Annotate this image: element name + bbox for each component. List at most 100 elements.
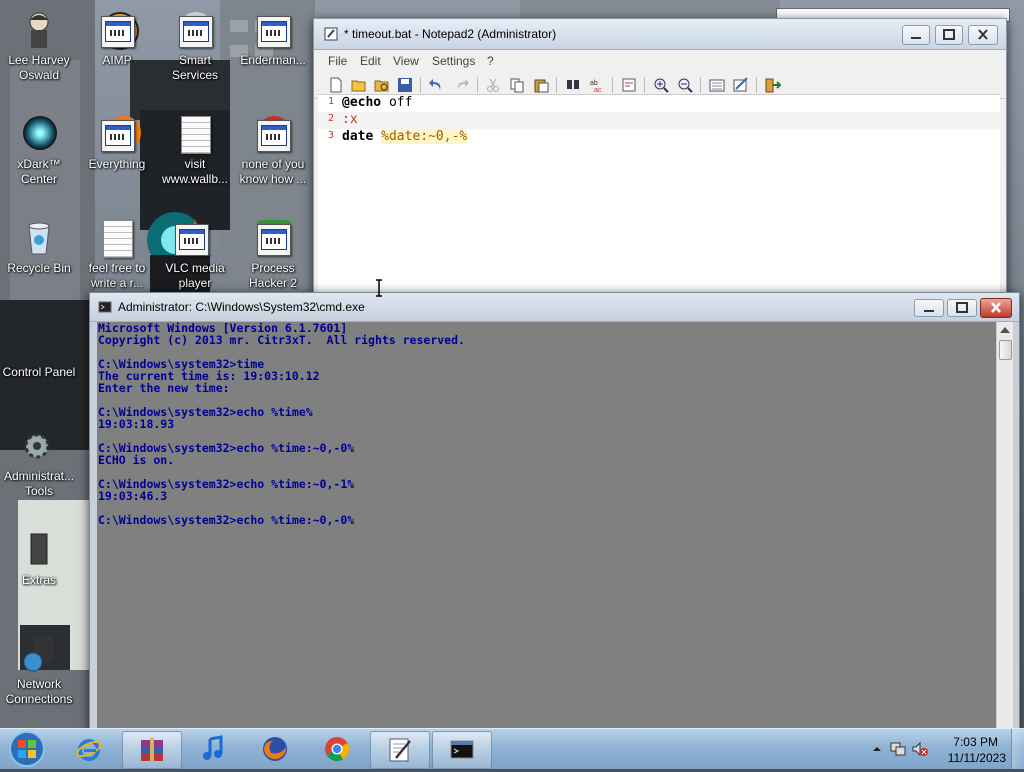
- notepad2-editor[interactable]: 1 @echo off 2 :x 3 date %date:~0,-%: [318, 94, 1000, 294]
- desktop-icon-recycle-bin[interactable]: Recycle Bin: [0, 218, 78, 291]
- itunes-icon: [203, 735, 223, 760]
- taskbar-chrome[interactable]: [308, 731, 366, 767]
- editor-line: 1 @echo off: [318, 95, 1000, 112]
- replace-icon[interactable]: abac: [589, 77, 605, 93]
- taskbar-itunes[interactable]: [184, 731, 242, 767]
- desktop-icon-network-connections[interactable]: Network Connections: [0, 634, 78, 707]
- cmd-title: Administrator: C:\Windows\System32\cmd.e…: [118, 300, 365, 314]
- notepad2-window[interactable]: * timeout.bat - Notepad2 (Administrator)…: [313, 18, 1007, 295]
- zoom-out-icon[interactable]: [677, 77, 693, 93]
- clock-date[interactable]: 11/11/2023: [948, 751, 1006, 765]
- volume-muted-icon[interactable]: [912, 741, 928, 757]
- person-avatar-icon: [19, 10, 59, 50]
- cmd-scrollbar[interactable]: [996, 322, 1013, 732]
- start-button[interactable]: [5, 729, 47, 769]
- red-circle-app-icon: [253, 114, 293, 154]
- app-window-icon: [253, 10, 293, 50]
- exit-icon[interactable]: [765, 77, 781, 93]
- control-panel-icon: [19, 322, 59, 362]
- notepad2-titlebar[interactable]: * timeout.bat - Notepad2 (Administrator): [314, 19, 1006, 50]
- word-wrap-icon[interactable]: [621, 77, 637, 93]
- desktop-icon-visit-wallb[interactable]: visit www.wallb...: [156, 114, 234, 187]
- copy-icon[interactable]: [509, 77, 525, 93]
- scroll-thumb[interactable]: [999, 340, 1012, 360]
- show-hidden-icons-icon[interactable]: [872, 744, 882, 754]
- taskbar-winrar[interactable]: [122, 731, 182, 769]
- desktop-icon-extras[interactable]: Extras: [0, 530, 78, 603]
- network-tray-icon[interactable]: [890, 741, 906, 757]
- internet-explorer-icon: [76, 739, 102, 761]
- minimize-icon: [924, 310, 934, 312]
- menu-help[interactable]: ?: [487, 54, 494, 68]
- editor-line-current: 2 :x: [318, 112, 1000, 129]
- xdark-icon: [19, 114, 59, 154]
- process-hacker-icon: [253, 218, 293, 258]
- close-button[interactable]: [980, 298, 1012, 318]
- undo-icon[interactable]: [428, 77, 444, 93]
- gears-icon: [19, 426, 59, 466]
- line-number: 3: [328, 130, 335, 141]
- system-tray: 7:03 PM 11/11/2023: [864, 729, 1024, 769]
- desktop-icon-vlc[interactable]: VLC media player: [156, 218, 234, 291]
- browse-icon[interactable]: [374, 77, 390, 93]
- minimize-button[interactable]: [914, 299, 944, 317]
- toolbar-separator: [700, 77, 701, 93]
- redo-icon[interactable]: [454, 77, 470, 93]
- clock-time[interactable]: 7:03 PM: [953, 735, 998, 749]
- cmd-app-icon: [98, 301, 112, 313]
- taskbar-firefox[interactable]: [246, 731, 304, 767]
- scheme-icon[interactable]: [709, 77, 725, 93]
- desktop-icon-enderman[interactable]: Enderman...: [234, 10, 312, 83]
- maximize-button[interactable]: [947, 299, 977, 317]
- desktop-icon-feel-free[interactable]: feel free to write a r...: [78, 218, 156, 291]
- toolbar-separator: [612, 77, 613, 93]
- menu-file[interactable]: File: [328, 54, 347, 68]
- cmd-icon: [450, 740, 474, 759]
- text-document-icon: [97, 218, 137, 258]
- cut-icon[interactable]: [485, 77, 501, 93]
- taskbar-internet-explorer[interactable]: [60, 731, 118, 767]
- code-keyword: @echo: [342, 95, 382, 110]
- paste-icon[interactable]: [533, 77, 549, 93]
- toolbar-separator: [477, 77, 478, 93]
- desktop-icon-everything[interactable]: Everything: [78, 114, 156, 187]
- new-file-icon[interactable]: [328, 77, 344, 93]
- code-text: off: [381, 95, 413, 110]
- desktop-icon-aimp[interactable]: AIMP: [78, 10, 156, 83]
- code-variable: %date:~0,-%: [381, 129, 468, 144]
- customize-schemes-icon[interactable]: [733, 77, 749, 93]
- code-keyword: date: [342, 129, 374, 144]
- notepad2-app-icon: [324, 27, 338, 41]
- network-globe-icon: [19, 634, 59, 674]
- desktop-icon-smart-services[interactable]: Smart Services: [156, 10, 234, 83]
- line-number: 2: [328, 113, 335, 124]
- scroll-up-icon[interactable]: [1000, 327, 1010, 333]
- desktop-icon-control-panel[interactable]: Control Panel: [0, 322, 78, 395]
- svg-text:ac: ac: [594, 87, 602, 93]
- desktop-icon-process-hacker[interactable]: Process Hacker 2: [234, 218, 312, 291]
- aimp-icon: [97, 10, 139, 50]
- menu-view[interactable]: View: [393, 54, 419, 68]
- open-folder-icon[interactable]: [351, 77, 367, 93]
- desktop-icon-administrative-tools[interactable]: Administrat... Tools: [0, 426, 78, 499]
- desktop-icon-none-of-you[interactable]: none of you know how ...: [234, 114, 312, 187]
- cmd-window[interactable]: Administrator: C:\Windows\System32\cmd.e…: [89, 292, 1020, 734]
- toolbar-separator: [556, 77, 557, 93]
- minimize-button[interactable]: [902, 25, 930, 45]
- menu-settings[interactable]: Settings: [432, 54, 475, 68]
- cmd-titlebar[interactable]: Administrator: C:\Windows\System32\cmd.e…: [90, 293, 1019, 322]
- close-button[interactable]: [968, 25, 998, 45]
- taskbar-cmd[interactable]: [432, 731, 492, 769]
- cmd-console[interactable]: Microsoft Windows [Version 6.1.7601] Cop…: [97, 322, 997, 732]
- text-cursor-icon: [376, 279, 382, 297]
- desktop-icon-lee-harvey-oswald[interactable]: Lee Harvey Oswald: [0, 10, 78, 83]
- desktop-icon-xdark-center[interactable]: xDark™ Center: [0, 114, 78, 187]
- notepad2-title: * timeout.bat - Notepad2 (Administrator): [344, 27, 557, 41]
- taskbar-notepad2[interactable]: [370, 731, 430, 769]
- zoom-in-icon[interactable]: [653, 77, 669, 93]
- find-icon[interactable]: [565, 77, 581, 93]
- menu-edit[interactable]: Edit: [360, 54, 381, 68]
- maximize-button[interactable]: [935, 25, 963, 45]
- show-desktop-button[interactable]: [1011, 729, 1024, 769]
- save-icon[interactable]: [397, 77, 413, 93]
